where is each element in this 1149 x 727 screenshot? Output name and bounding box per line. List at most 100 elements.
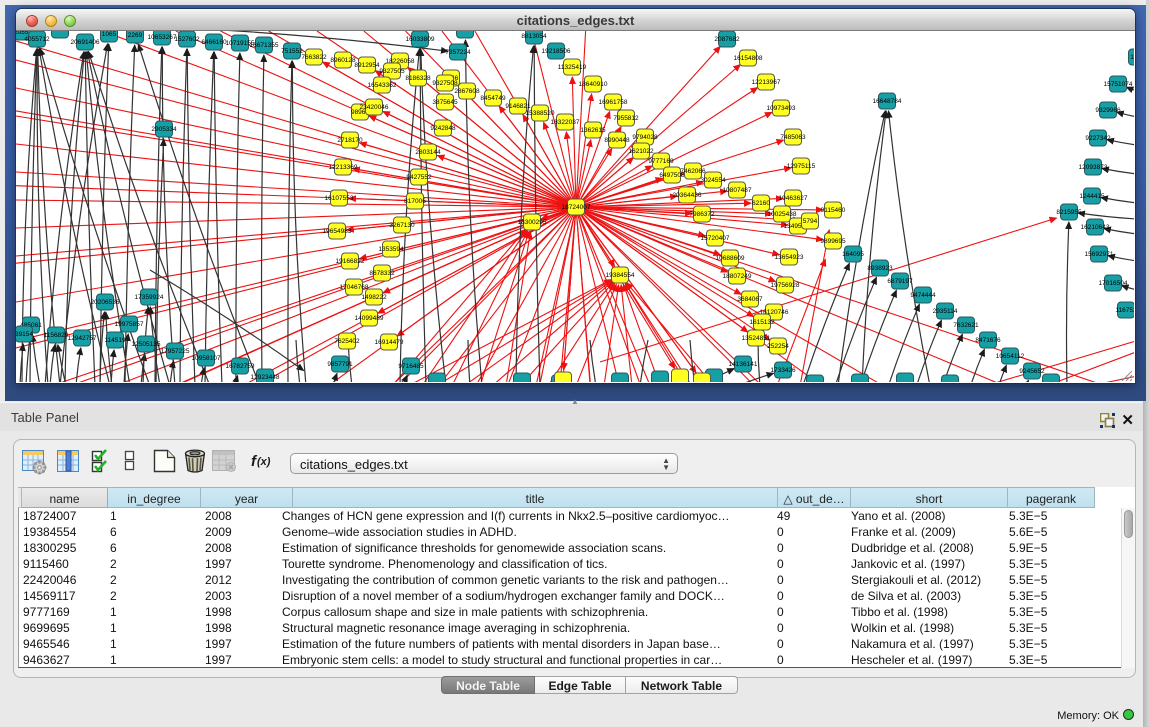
svg-text:8471676: 8471676 [975,337,1001,344]
svg-text:16671355: 16671355 [250,42,279,49]
svg-text:2269: 2269 [128,32,143,39]
svg-text:1244415: 1244415 [1079,193,1105,200]
svg-text:1065: 1065 [102,31,117,38]
svg-text:9115460: 9115460 [821,207,846,214]
svg-text:3684067: 3684067 [737,296,763,303]
svg-text:3024554: 3024554 [700,177,726,184]
svg-text:7485063: 7485063 [780,134,806,141]
svg-text:10654112: 10654112 [996,353,1025,360]
svg-text:5794: 5794 [803,218,818,225]
svg-text:15388520: 15388520 [526,110,555,117]
svg-text:18300295: 18300295 [518,219,547,226]
svg-text:16107553: 16107553 [325,195,354,202]
svg-text:9327505: 9327505 [379,68,405,75]
svg-text:18640910: 18640910 [579,81,608,88]
svg-text:17016504: 17016504 [1099,280,1128,287]
svg-text:1112: 1112 [1130,54,1134,61]
svg-text:20206536: 20206536 [91,299,120,306]
svg-text:11325419: 11325419 [558,64,587,71]
svg-text:10807487: 10807487 [723,187,752,194]
svg-text:2087682: 2087682 [714,36,740,43]
svg-text:14099489: 14099489 [355,315,384,322]
svg-text:9327508: 9327508 [432,80,458,87]
svg-text:12213967: 12213967 [752,79,781,86]
svg-text:8813054: 8813054 [521,33,547,40]
svg-text:9474444: 9474444 [910,292,936,299]
svg-text:9329966: 9329966 [1095,107,1121,114]
svg-text:17046768: 17046768 [340,284,369,291]
svg-text:1527602: 1527602 [174,36,200,43]
svg-text:13654923: 13654923 [775,254,804,261]
svg-text:7955812: 7955812 [613,115,639,122]
svg-text:3875645: 3875645 [432,99,458,106]
svg-text:16210643: 16210643 [1081,224,1110,231]
svg-text:9245652: 9245652 [1019,368,1045,375]
svg-text:8215955: 8215955 [1056,209,1082,216]
svg-text:9427552: 9427552 [406,174,432,181]
svg-text:23420046: 23420046 [360,104,389,111]
svg-text:2867608: 2867608 [454,88,480,95]
svg-text:751552: 751552 [281,48,303,55]
svg-text:17359924: 17359924 [135,294,164,301]
svg-text:12093873: 12093873 [1079,164,1108,171]
svg-text:8678332: 8678332 [369,270,395,277]
svg-text:16914479: 16914479 [375,339,404,346]
svg-text:19166822: 19166822 [336,258,365,265]
svg-text:12942757: 12942757 [68,335,97,342]
svg-text:20691406: 20691406 [71,39,100,46]
svg-text:6466160: 6466160 [201,39,227,46]
svg-text:1621022: 1621022 [628,148,654,155]
svg-text:19384554: 19384554 [606,272,635,279]
svg-text:2905334: 2905334 [151,126,177,133]
svg-text:19218506: 19218506 [542,48,571,55]
svg-text:16648784: 16648784 [873,98,902,105]
svg-text:1733426: 1733426 [770,367,796,374]
svg-text:20364436: 20364436 [673,192,702,199]
svg-text:1498222: 1498222 [361,294,387,301]
svg-text:9777169: 9777169 [648,158,674,165]
svg-text:7357224: 7357224 [445,49,471,56]
svg-text:16154808: 16154808 [734,55,763,62]
svg-text:2718170: 2718170 [337,137,363,144]
svg-text:7986372: 7986372 [689,211,715,218]
svg-text:19975857: 19975857 [115,321,144,328]
svg-text:18322037: 18322037 [551,119,580,126]
svg-text:1353594: 1353594 [378,246,404,253]
svg-text:8938923: 8938923 [867,265,893,272]
svg-text:10958107: 10958107 [192,355,221,362]
svg-text:(x): (x) [257,456,271,468]
svg-text:7625402: 7625402 [334,338,360,345]
svg-text:10025438: 10025438 [768,211,797,218]
svg-text:16033809: 16033809 [406,36,435,43]
svg-text:7663822: 7663822 [301,54,327,61]
svg-text:8960128: 8960128 [330,57,356,64]
svg-text:16543362: 16543362 [368,82,397,89]
svg-text:19463627: 19463627 [779,195,808,202]
svg-text:12505135: 12505135 [132,341,161,348]
svg-text:16782759: 16782759 [226,363,255,370]
svg-text:9899695: 9899695 [820,238,846,245]
svg-text:12923448: 12923448 [251,374,280,381]
svg-text:164095: 164095 [842,251,864,258]
svg-text:10688609: 10688609 [716,255,745,262]
svg-text:15692971: 15692971 [1085,251,1114,258]
svg-text:1615132: 1615132 [749,319,775,326]
svg-text:817006: 817006 [404,198,426,205]
svg-text:10973493: 10973493 [767,105,796,112]
svg-text:1156829: 1156829 [44,332,69,339]
svg-text:8186328: 8186328 [405,75,431,82]
svg-text:15720407: 15720407 [701,235,730,242]
svg-text:39154: 39154 [16,331,33,338]
svg-text:6879197: 6879197 [887,278,913,285]
svg-text:8912954: 8912954 [354,62,380,69]
svg-text:15751074: 15751074 [1104,81,1133,88]
svg-text:14136141: 14136141 [729,361,758,368]
svg-text:7462066: 7462066 [680,168,706,175]
svg-text:9146821: 9146821 [505,103,531,110]
svg-text:9242848: 9242848 [430,125,456,132]
svg-text:116753: 116753 [1115,307,1134,314]
svg-text:7632621: 7632621 [953,322,979,329]
svg-text:3267130: 3267130 [389,222,415,229]
svg-text:9227342: 9227342 [1085,135,1111,142]
svg-text:12213369: 12213369 [329,164,358,171]
